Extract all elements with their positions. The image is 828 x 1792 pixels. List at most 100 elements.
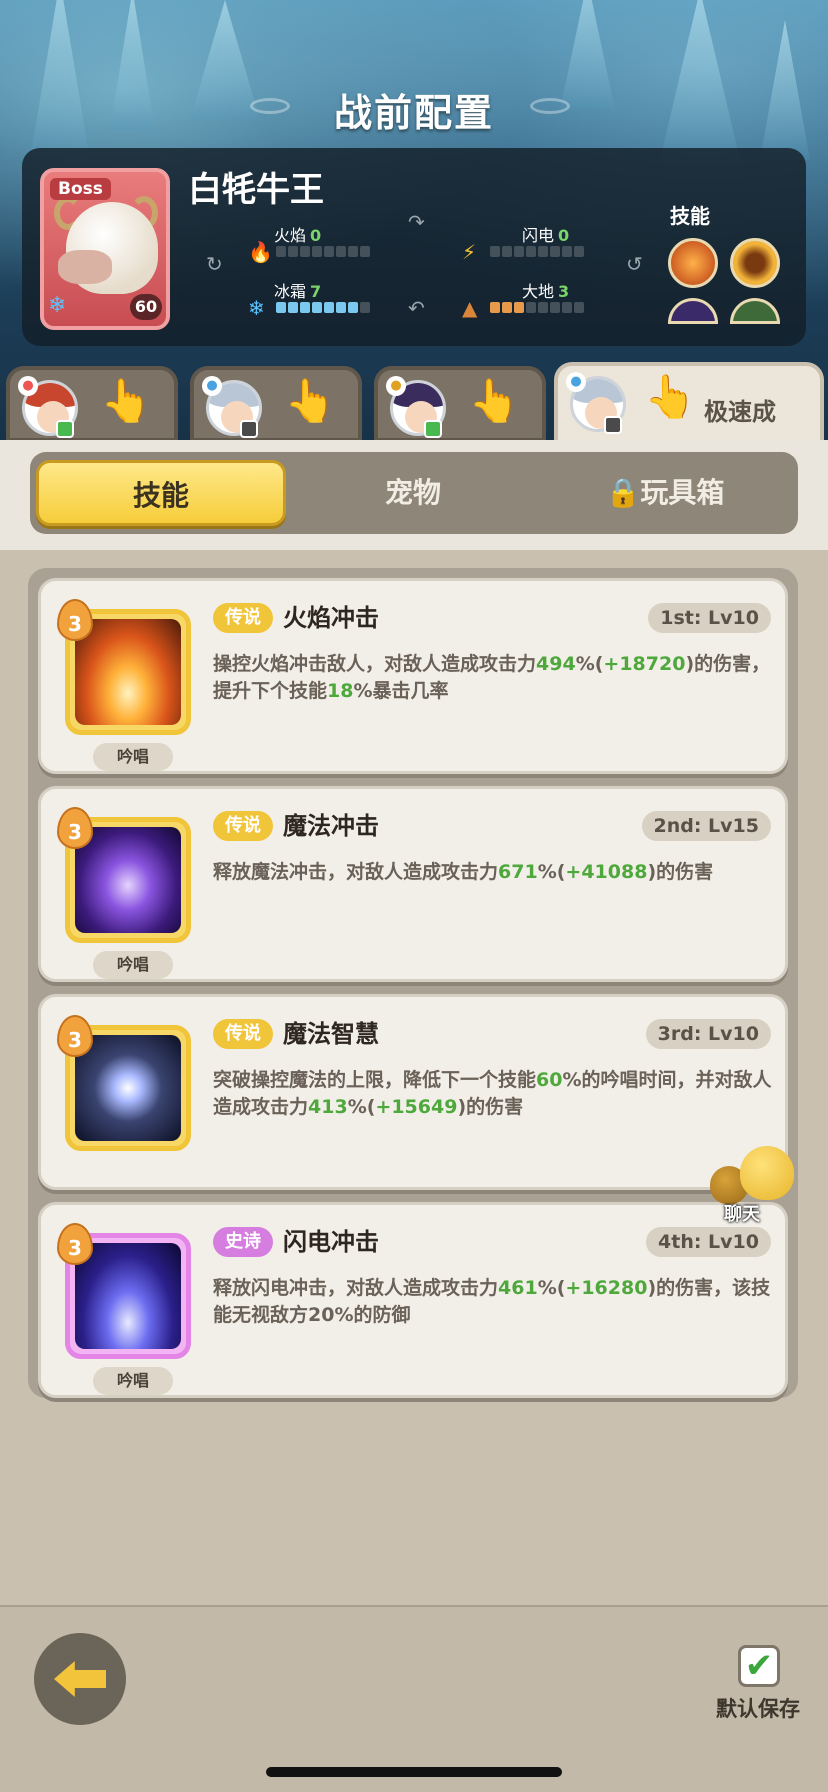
skill-name: 火焰冲击 xyxy=(283,604,379,632)
boss-skill-dark-icon[interactable] xyxy=(668,298,718,324)
fire-element-icon: ● xyxy=(18,376,38,396)
chat-button[interactable]: 聊天 xyxy=(706,1140,796,1230)
lightning-element-icon: ● xyxy=(386,376,406,396)
cycle-arrow-icon: ↶ xyxy=(408,296,425,320)
device-badge-icon xyxy=(240,420,258,438)
hero-tab-4-selected[interactable]: ● 👆 极速成 xyxy=(554,362,824,450)
chant-badge: 吟唱 xyxy=(93,1367,173,1395)
hero-tab-2[interactable]: ● 👆 xyxy=(190,366,362,442)
tab-pets[interactable]: 宠物 xyxy=(298,460,528,526)
chat-blob-icon xyxy=(740,1146,794,1200)
element-fire: 🔥 火焰 0 xyxy=(248,222,398,264)
boss-name: 白牦牛王 xyxy=(188,170,324,210)
segment-area: 技能 宠物 🔒玩具箱 xyxy=(0,440,828,550)
cycle-arrow-icon: ↻ xyxy=(206,252,223,276)
skill-description: 释放闪电冲击，对敌人造成攻击力461%(+16280)的伤害，该技能无视敌方20… xyxy=(213,1277,771,1326)
skill-card[interactable]: 3 吟唱 传说 火焰冲击 1st: Lv10 操控火焰冲击敌人，对敌人造成攻击力… xyxy=(38,578,788,774)
back-button[interactable] xyxy=(34,1633,126,1725)
tap-hand-icon: 👆 xyxy=(468,376,521,425)
skill-name: 魔法冲击 xyxy=(283,812,379,840)
boss-portrait-card[interactable]: Boss ❄ 60 xyxy=(40,168,170,330)
element-ice: ❄ 冰霜 7 xyxy=(248,278,398,320)
rarity-badge: 传说 xyxy=(213,811,273,841)
chat-label: 聊天 xyxy=(724,1204,760,1225)
default-save-label: 默认保存 xyxy=(716,1697,800,1721)
tap-hand-icon: 👆 xyxy=(100,376,153,425)
element-lightning-label: 闪电 xyxy=(522,226,555,245)
rarity-badge: 史诗 xyxy=(213,1227,273,1257)
skill-level-badge: 3 xyxy=(57,599,93,641)
battle-scene-background: 战前配置 Boss ❄ 60 白牦牛王 🔥 火焰0 ⚡ 闪电0 ❄ 冰霜7 xyxy=(0,0,828,450)
skill-description: 操控火焰冲击敌人，对敌人造成攻击力494%(+18720)的伤害，提升下个技能1… xyxy=(213,653,771,702)
ice-element-icon: ● xyxy=(202,376,222,396)
element-lightning-value: 0 xyxy=(558,226,570,245)
skill-description: 释放魔法冲击，对敌人造成攻击力671%(+41088)的伤害 xyxy=(213,861,714,883)
element-earth-bar xyxy=(490,302,584,313)
tab-toybox[interactable]: 🔒玩具箱 xyxy=(540,460,790,526)
skill-description: 突破操控魔法的上限，降低下一个技能60%的吟唱时间，并对敌人造成攻击力413%(… xyxy=(213,1069,772,1118)
rarity-badge: 传说 xyxy=(213,603,273,633)
snowflake-icon: ❄ xyxy=(48,293,67,318)
skill-name: 闪电冲击 xyxy=(283,1228,379,1256)
chant-badge: 吟唱 xyxy=(93,743,173,771)
back-arrow-icon xyxy=(54,1661,106,1697)
boss-skill-fire-icon[interactable] xyxy=(668,238,718,288)
skill-level-badge: 3 xyxy=(57,1223,93,1265)
device-badge-icon xyxy=(604,416,622,434)
skill-slot-level: 3rd: Lv10 xyxy=(645,1019,771,1049)
boss-skills-label: 技能 xyxy=(670,204,710,228)
skill-slot-level: 2nd: Lv15 xyxy=(641,811,771,841)
element-lightning-bar xyxy=(490,246,584,257)
default-save-checkbox[interactable]: ✔ xyxy=(738,1645,780,1687)
tab-skills[interactable]: 技能 xyxy=(36,460,286,526)
hero-tab-3[interactable]: ● 👆 xyxy=(374,366,546,442)
element-lightning: ⚡ 闪电 0 xyxy=(462,222,612,264)
skill-level-badge: 3 xyxy=(57,807,93,849)
hero-tab-1[interactable]: ● 👆 xyxy=(6,366,178,442)
tab-toybox-label: 玩具箱 xyxy=(640,476,725,509)
checkmark-icon: ✔ xyxy=(744,1646,774,1686)
element-earth: ▲ 大地 3 xyxy=(462,278,612,320)
boss-info-panel: Boss ❄ 60 白牦牛王 🔥 火焰 0 ⚡ 闪电 0 ❄ 冰霜 7 ▲ 大地 3 ↷… xyxy=(22,148,806,346)
boss-level-badge: 60 xyxy=(130,294,162,320)
skill-card[interactable]: 3 吟唱 史诗 闪电冲击 4th: Lv10 释放闪电冲击，对敌人造成攻击力46… xyxy=(38,1202,788,1398)
home-indicator[interactable] xyxy=(266,1767,562,1777)
skill-slot-level: 1st: Lv10 xyxy=(648,603,771,633)
quick-level-label: 极速成 xyxy=(704,398,776,426)
skill-card[interactable]: 3 传说 魔法智慧 3rd: Lv10 突破操控魔法的上限，降低下一个技能60%… xyxy=(38,994,788,1190)
lightning-icon: ⚡ xyxy=(462,240,477,264)
skill-level-badge: 3 xyxy=(57,1015,93,1057)
device-badge-icon xyxy=(424,420,442,438)
cycle-arrow-icon: ↺ xyxy=(626,252,643,276)
chant-badge: 吟唱 xyxy=(93,951,173,979)
element-earth-value: 3 xyxy=(558,282,570,301)
lock-icon: 🔒 xyxy=(605,476,641,509)
tap-hand-icon: 👆 xyxy=(644,372,697,421)
boss-skill-horn-icon[interactable] xyxy=(730,238,780,288)
element-fire-value: 0 xyxy=(310,226,322,245)
device-badge-icon xyxy=(56,420,74,438)
boss-tag: Boss xyxy=(50,178,111,200)
page-title: 战前配置 xyxy=(333,91,494,135)
boss-skill-nature-icon[interactable] xyxy=(730,298,780,324)
tap-hand-icon: 👆 xyxy=(284,376,337,425)
main-panel: 技能 宠物 🔒玩具箱 3 吟唱 传说 火焰冲击 1st: Lv10 操控火焰冲击… xyxy=(0,440,828,1605)
fire-icon: 🔥 xyxy=(248,240,273,264)
skill-list: 3 吟唱 传说 火焰冲击 1st: Lv10 操控火焰冲击敌人，对敌人造成攻击力… xyxy=(28,568,798,1398)
footer-bar: ✔ 默认保存 xyxy=(0,1605,828,1792)
rarity-badge: 传说 xyxy=(213,1019,273,1049)
skill-name: 魔法智慧 xyxy=(283,1020,379,1048)
element-fire-label: 火焰 xyxy=(274,226,307,245)
boss-yak-face xyxy=(58,250,112,284)
skill-card[interactable]: 3 吟唱 传说 魔法冲击 2nd: Lv15 释放魔法冲击，对敌人造成攻击力67… xyxy=(38,786,788,982)
element-earth-label: 大地 xyxy=(522,282,555,301)
segment-control: 技能 宠物 🔒玩具箱 xyxy=(30,452,798,534)
ice-icon: ❄ xyxy=(248,296,265,320)
ice-element-icon: ● xyxy=(566,372,586,392)
element-ice-bar xyxy=(276,302,370,313)
element-fire-bar xyxy=(276,246,370,257)
element-ice-value: 7 xyxy=(310,282,322,301)
skill-slot-level: 4th: Lv10 xyxy=(646,1227,771,1257)
cycle-arrow-icon: ↷ xyxy=(408,210,425,234)
earth-icon: ▲ xyxy=(462,296,478,320)
